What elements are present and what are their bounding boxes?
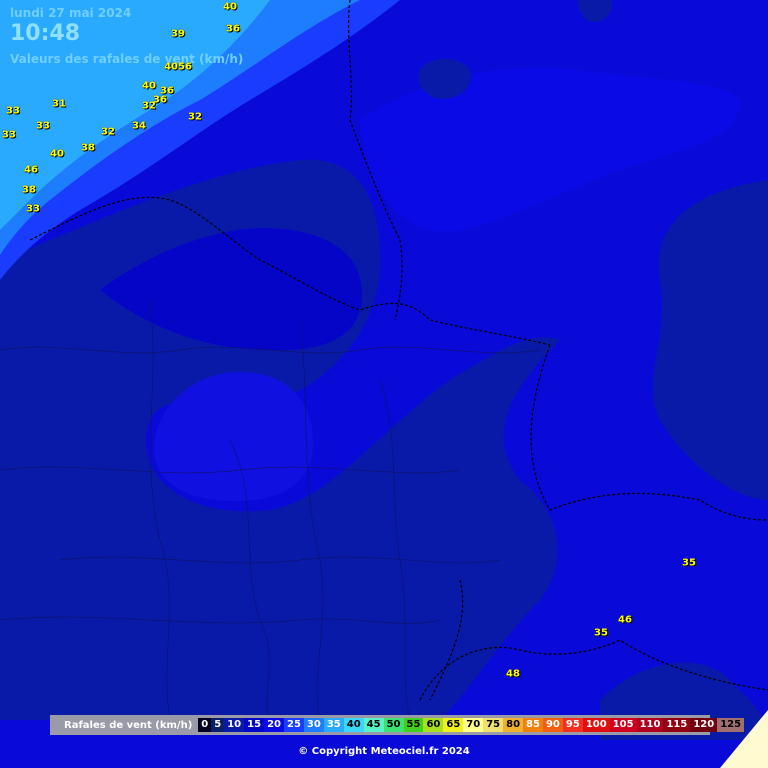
legend-bin: 110 bbox=[636, 718, 664, 732]
legend-bin: 90 bbox=[542, 718, 563, 732]
legend-bin: 50 bbox=[383, 718, 404, 732]
gust-value-label: 40 bbox=[50, 148, 64, 160]
legend-bins: 0 5 10 15 20 25 30 35 40 45 50 55 60 65 70 75 80 85 90 95 10… bbox=[198, 718, 745, 732]
gust-value-label: 38 bbox=[22, 184, 36, 196]
copyright-text: © Copyright Meteociel.fr 2024 bbox=[298, 746, 470, 757]
map-time: 10:48 bbox=[10, 21, 81, 46]
legend-bin: 60 bbox=[423, 718, 444, 732]
gust-value-label: 4056 bbox=[164, 61, 192, 73]
gust-value-label: 32 bbox=[142, 100, 156, 112]
gust-value-label: 39 bbox=[171, 28, 185, 40]
gust-value-label: 35 bbox=[682, 557, 696, 569]
legend-bin: 30 bbox=[303, 718, 324, 732]
gust-value-label: 33 bbox=[6, 105, 20, 117]
legend-bin: 55 bbox=[403, 718, 424, 732]
legend-bin: 85 bbox=[523, 718, 543, 732]
legend-bin: 5 bbox=[211, 718, 225, 732]
legend-bin: 35 bbox=[323, 718, 344, 732]
legend-bin: 115 bbox=[663, 718, 691, 732]
gust-value-label: 32 bbox=[188, 111, 202, 123]
legend-bin: 100 bbox=[582, 718, 610, 732]
map-subtitle: Valeurs des rafales de vent (km/h) bbox=[10, 52, 244, 66]
gust-value-label: 31 bbox=[52, 98, 66, 110]
gust-value-label: 38 bbox=[81, 142, 95, 154]
gust-value-label: 40 bbox=[223, 1, 237, 13]
legend-bin: 80 bbox=[503, 718, 524, 732]
legend-bin: 15 bbox=[244, 718, 265, 732]
legend-bin: 25 bbox=[283, 718, 304, 732]
gust-value-label: 34 bbox=[132, 120, 146, 132]
legend-bin: 105 bbox=[609, 718, 637, 732]
legend-bin: 120 bbox=[690, 718, 718, 732]
wind-gust-map bbox=[0, 0, 768, 768]
gust-value-label: 33 bbox=[2, 129, 16, 141]
legend-bin: 10 bbox=[224, 718, 245, 732]
gust-value-label: 33 bbox=[26, 203, 40, 215]
gust-legend: Rafales de vent (km/h) 0 5 10 15 20 25 30 35 40 4… bbox=[50, 715, 745, 735]
legend-bin: 95 bbox=[562, 718, 583, 732]
legend-bin: 20 bbox=[264, 718, 284, 732]
legend-title: Rafales de vent (km/h) bbox=[64, 719, 193, 731]
legend-bin: 0 bbox=[198, 718, 212, 732]
gust-value-label: 48 bbox=[506, 668, 520, 680]
gust-value-label: 32 bbox=[101, 126, 115, 138]
legend-bin: 45 bbox=[363, 718, 384, 732]
map-date: lundi 27 mai 2024 bbox=[10, 6, 132, 20]
gust-value-label: 46 bbox=[24, 164, 38, 176]
gust-value-label: 46 bbox=[618, 614, 632, 626]
legend-bin: 65 bbox=[443, 718, 464, 732]
legend-bin: 70 bbox=[463, 718, 484, 732]
legend-bin: 40 bbox=[343, 718, 364, 732]
legend-bin: 75 bbox=[483, 718, 504, 732]
gust-value-label: 33 bbox=[36, 120, 50, 132]
gust-value-label: 40 bbox=[142, 80, 156, 92]
gust-value-label: 36 bbox=[226, 23, 240, 35]
legend-bin: 125 bbox=[717, 718, 745, 732]
gust-value-label: 35 bbox=[594, 627, 608, 639]
